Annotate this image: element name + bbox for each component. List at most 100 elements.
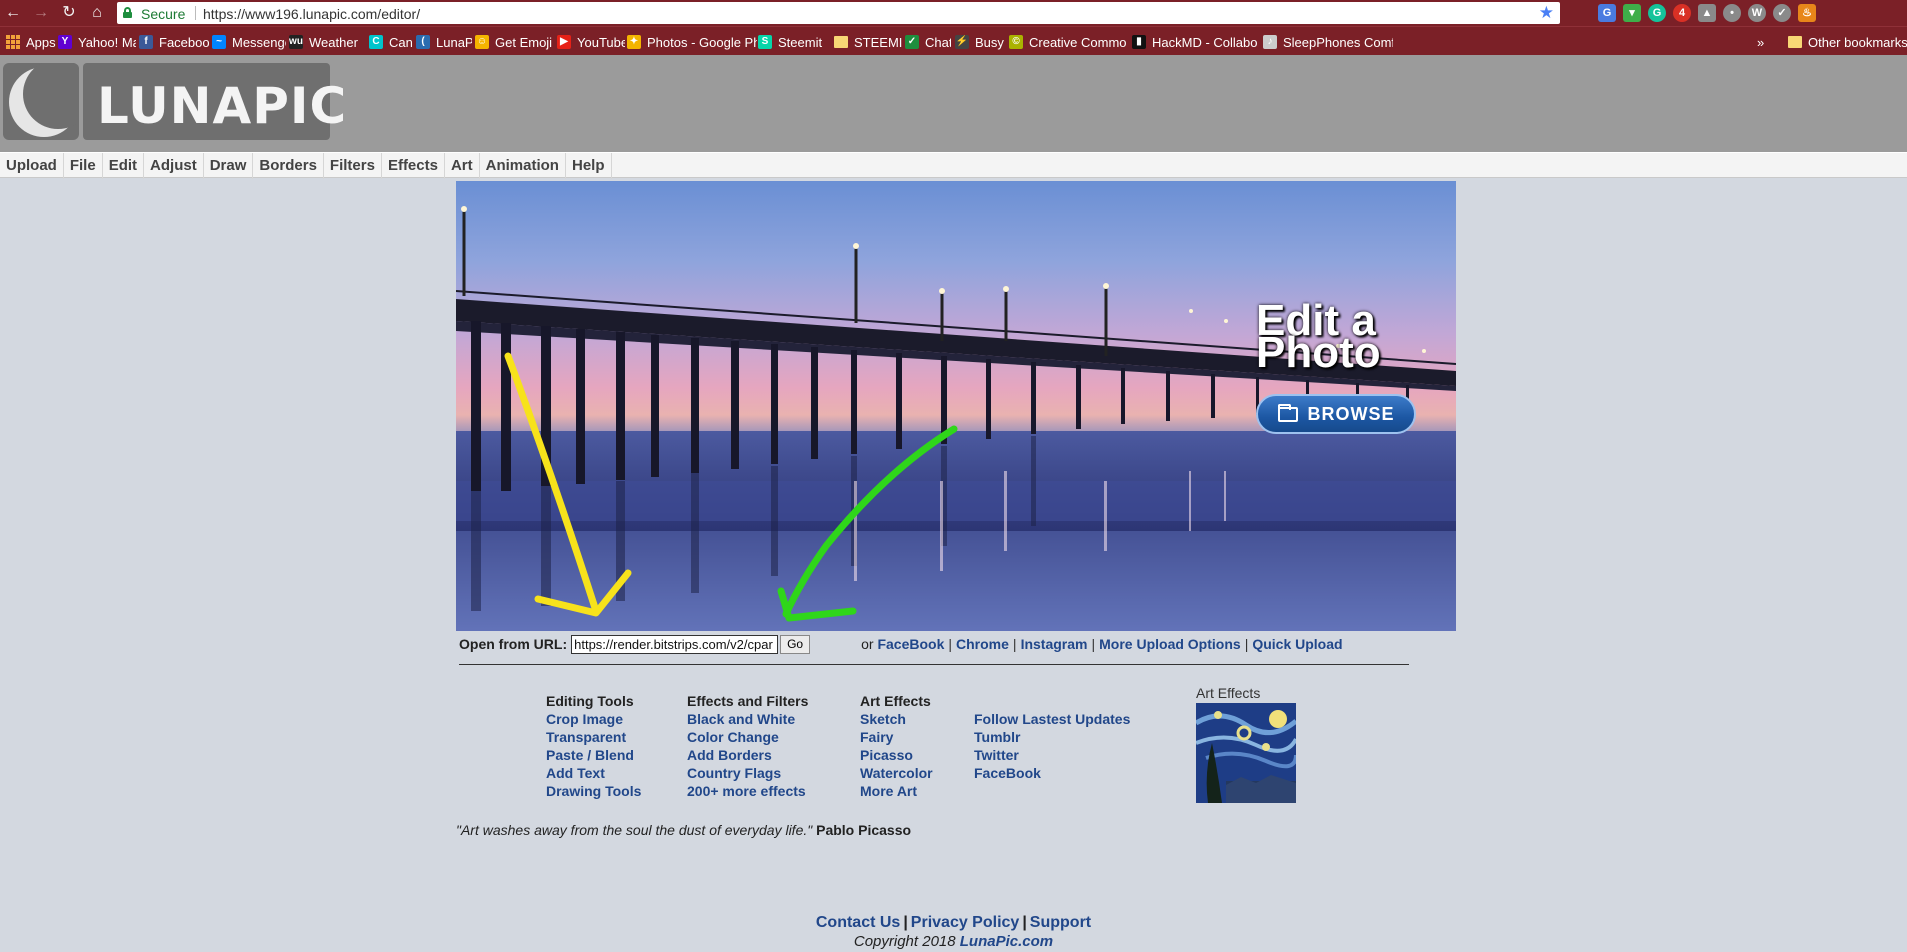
menu-upload[interactable]: Upload xyxy=(0,153,64,179)
support-link[interactable]: Support xyxy=(1030,914,1091,931)
bookmark-lunapic[interactable]: (LunaPic xyxy=(416,34,472,50)
menu-animation[interactable]: Animation xyxy=(480,153,566,179)
tool-link-crop-image[interactable]: Crop Image xyxy=(546,710,641,728)
wordpress-extension-icon[interactable]: W xyxy=(1748,4,1766,22)
tool-link-add-borders[interactable]: Add Borders xyxy=(687,746,808,764)
tool-link-200-more-effects[interactable]: 200+ more effects xyxy=(687,782,808,800)
privacy-policy-link[interactable]: Privacy Policy xyxy=(911,914,1020,931)
menu-art[interactable]: Art xyxy=(445,153,480,179)
bookmark-apps[interactable]: Apps xyxy=(6,34,56,50)
bookmarks-overflow-chevron-icon[interactable]: » xyxy=(1757,34,1764,50)
flame-extension-icon[interactable]: ♨ xyxy=(1798,4,1816,22)
url-input[interactable] xyxy=(571,634,779,654)
yahoo-icon: Y xyxy=(58,35,72,49)
footer-links: Contact Us | Privacy Policy | Support xyxy=(815,914,1092,931)
address-bar[interactable]: Secure https://www196.lunapic.com/editor… xyxy=(117,2,1560,24)
tool-link-black-and-white[interactable]: Black and White xyxy=(687,710,808,728)
busy-icon: ⚡ xyxy=(955,35,969,49)
bookmark-youtube[interactable]: ▶ YouTube xyxy=(557,34,625,50)
drive-extension-icon[interactable]: ▲ xyxy=(1698,4,1716,22)
bookmark-label: Photos - Google Pho xyxy=(647,34,757,50)
bookmark-label: Steemit xyxy=(778,34,823,50)
check-extension-icon[interactable]: ✓ xyxy=(1773,4,1791,22)
grammarly-extension-icon[interactable]: G xyxy=(1648,4,1666,22)
menu-filters[interactable]: Filters xyxy=(324,153,382,179)
tool-link-add-text[interactable]: Add Text xyxy=(546,764,641,782)
bookmark-steemit[interactable]: S Steemit xyxy=(758,34,832,50)
bookmark-creative-commons-m[interactable]: © Creative Commons M xyxy=(1009,34,1127,50)
bookmark-busy[interactable]: ⚡ Busy xyxy=(955,34,1005,50)
tool-link-tumblr[interactable]: Tumblr xyxy=(974,728,1130,746)
forward-arrow-icon[interactable]: → xyxy=(31,3,51,23)
art-effects-thumbnail[interactable]: Art Effects xyxy=(1196,685,1296,803)
bookmark-chat[interactable]: ✓ Chat xyxy=(905,34,951,50)
quick-upload-link[interactable]: Quick Upload xyxy=(1252,636,1342,652)
tool-column-4: Follow Lastest Updates Tumblr Twitter FaceB… xyxy=(974,692,1130,782)
contact-us-link[interactable]: Contact Us xyxy=(816,914,900,931)
bookmark-label: LunaPic xyxy=(436,34,472,50)
upload-source-links: or FaceBook | Chrome | Instagram | More Upload… xyxy=(861,636,1343,652)
bookmark-label: Messenger xyxy=(232,34,286,50)
secure-label: Secure xyxy=(141,6,186,22)
copyright-brand[interactable]: LunaPic.com xyxy=(960,933,1053,950)
menu-adjust[interactable]: Adjust xyxy=(144,153,204,179)
reload-icon[interactable]: ↻ xyxy=(59,3,79,23)
tool-link-more-art[interactable]: More Art xyxy=(860,782,933,800)
tool-link-paste-blend[interactable]: Paste / Blend xyxy=(546,746,641,764)
tool-link-follow-lastest-updates[interactable]: Follow Lastest Updates xyxy=(974,710,1130,728)
profile-extension-icon[interactable]: • xyxy=(1723,4,1741,22)
tool-link-country-flags[interactable]: Country Flags xyxy=(687,764,808,782)
menu-help[interactable]: Help xyxy=(566,153,612,179)
bookmark-weather[interactable]: wu Weather xyxy=(289,34,367,50)
hero-image[interactable]: Edit a Photo BROWSE xyxy=(456,181,1456,631)
upload-chrome-link[interactable]: Chrome xyxy=(956,636,1009,652)
menu-edit[interactable]: Edit xyxy=(103,153,145,179)
tool-link-drawing-tools[interactable]: Drawing Tools xyxy=(546,782,641,800)
address-url[interactable]: https://www196.lunapic.com/editor/ xyxy=(203,6,420,22)
upload-facebook-link[interactable]: FaceBook xyxy=(877,636,944,652)
other-bookmarks[interactable]: Other bookmarks xyxy=(1788,34,1907,50)
home-icon[interactable]: ⌂ xyxy=(87,3,107,23)
bookmark-label: STEEMIT xyxy=(854,34,902,50)
go-button[interactable]: Go xyxy=(780,634,811,654)
copyright: Copyright 2018 LunaPic.com xyxy=(853,933,1054,950)
tool-link-watercolor[interactable]: Watercolor xyxy=(860,764,933,782)
tool-link-sketch[interactable]: Sketch xyxy=(860,710,933,728)
bookmark-photos-google-pho[interactable]: ✦ Photos - Google Pho xyxy=(627,34,757,50)
tool-link-transparent[interactable]: Transparent xyxy=(546,728,641,746)
bookmark-hackmd-collaborat[interactable]: ▮ HackMD - Collaborat xyxy=(1132,34,1258,50)
hero-title: Edit a Photo xyxy=(1256,296,1381,377)
bookmark-messenger[interactable]: ~ Messenger xyxy=(212,34,286,50)
back-arrow-icon[interactable]: ← xyxy=(3,3,23,23)
tool-link-picasso[interactable]: Picasso xyxy=(860,746,933,764)
google-photos-icon: ✦ xyxy=(627,35,641,49)
menu-effects[interactable]: Effects xyxy=(382,153,445,179)
bookmark-facebook[interactable]: f Facebook xyxy=(139,34,209,50)
more-upload-options-link[interactable]: More Upload Options xyxy=(1099,636,1241,652)
upload-instagram-link[interactable]: Instagram xyxy=(1021,636,1088,652)
quote-text: "Art washes away from the soul the dust … xyxy=(456,822,813,838)
bookmark-label: YouTube xyxy=(577,34,625,50)
starry-night-thumbnail[interactable] xyxy=(1196,703,1296,803)
bookmark-label: Apps xyxy=(26,34,56,50)
tool-link-fairy[interactable]: Fairy xyxy=(860,728,933,746)
translate-extension-icon[interactable]: G xyxy=(1598,4,1616,22)
lunapic-logo[interactable]: LUNAPIC xyxy=(3,63,346,140)
tool-link-twitter[interactable]: Twitter xyxy=(974,746,1130,764)
bookmark-label: Yahoo! Mail xyxy=(78,34,136,50)
bookmark-sleepphones-comfor[interactable]: ♪ SleepPhones Comfor xyxy=(1263,34,1393,50)
bookmark-star-icon[interactable]: ★ xyxy=(1539,3,1554,23)
bookmark-label: Canva xyxy=(389,34,413,50)
menu-draw[interactable]: Draw xyxy=(204,153,254,179)
browse-button[interactable]: BROWSE xyxy=(1256,394,1416,434)
bookmark-get-emoji[interactable]: ☺ Get Emoji xyxy=(475,34,555,50)
menu-borders[interactable]: Borders xyxy=(253,153,324,179)
tool-link-facebook[interactable]: FaceBook xyxy=(974,764,1130,782)
bookmark-yahoo-mail[interactable]: Y Yahoo! Mail xyxy=(58,34,136,50)
bookmark-canva[interactable]: C Canva xyxy=(369,34,413,50)
menu-file[interactable]: File xyxy=(64,153,103,179)
tool-link-color-change[interactable]: Color Change xyxy=(687,728,808,746)
save-extension-icon[interactable]: ▾ xyxy=(1623,4,1641,22)
notification-extension-icon[interactable]: 4 xyxy=(1673,4,1691,22)
bookmark-steemit[interactable]: STEEMIT xyxy=(834,34,902,50)
